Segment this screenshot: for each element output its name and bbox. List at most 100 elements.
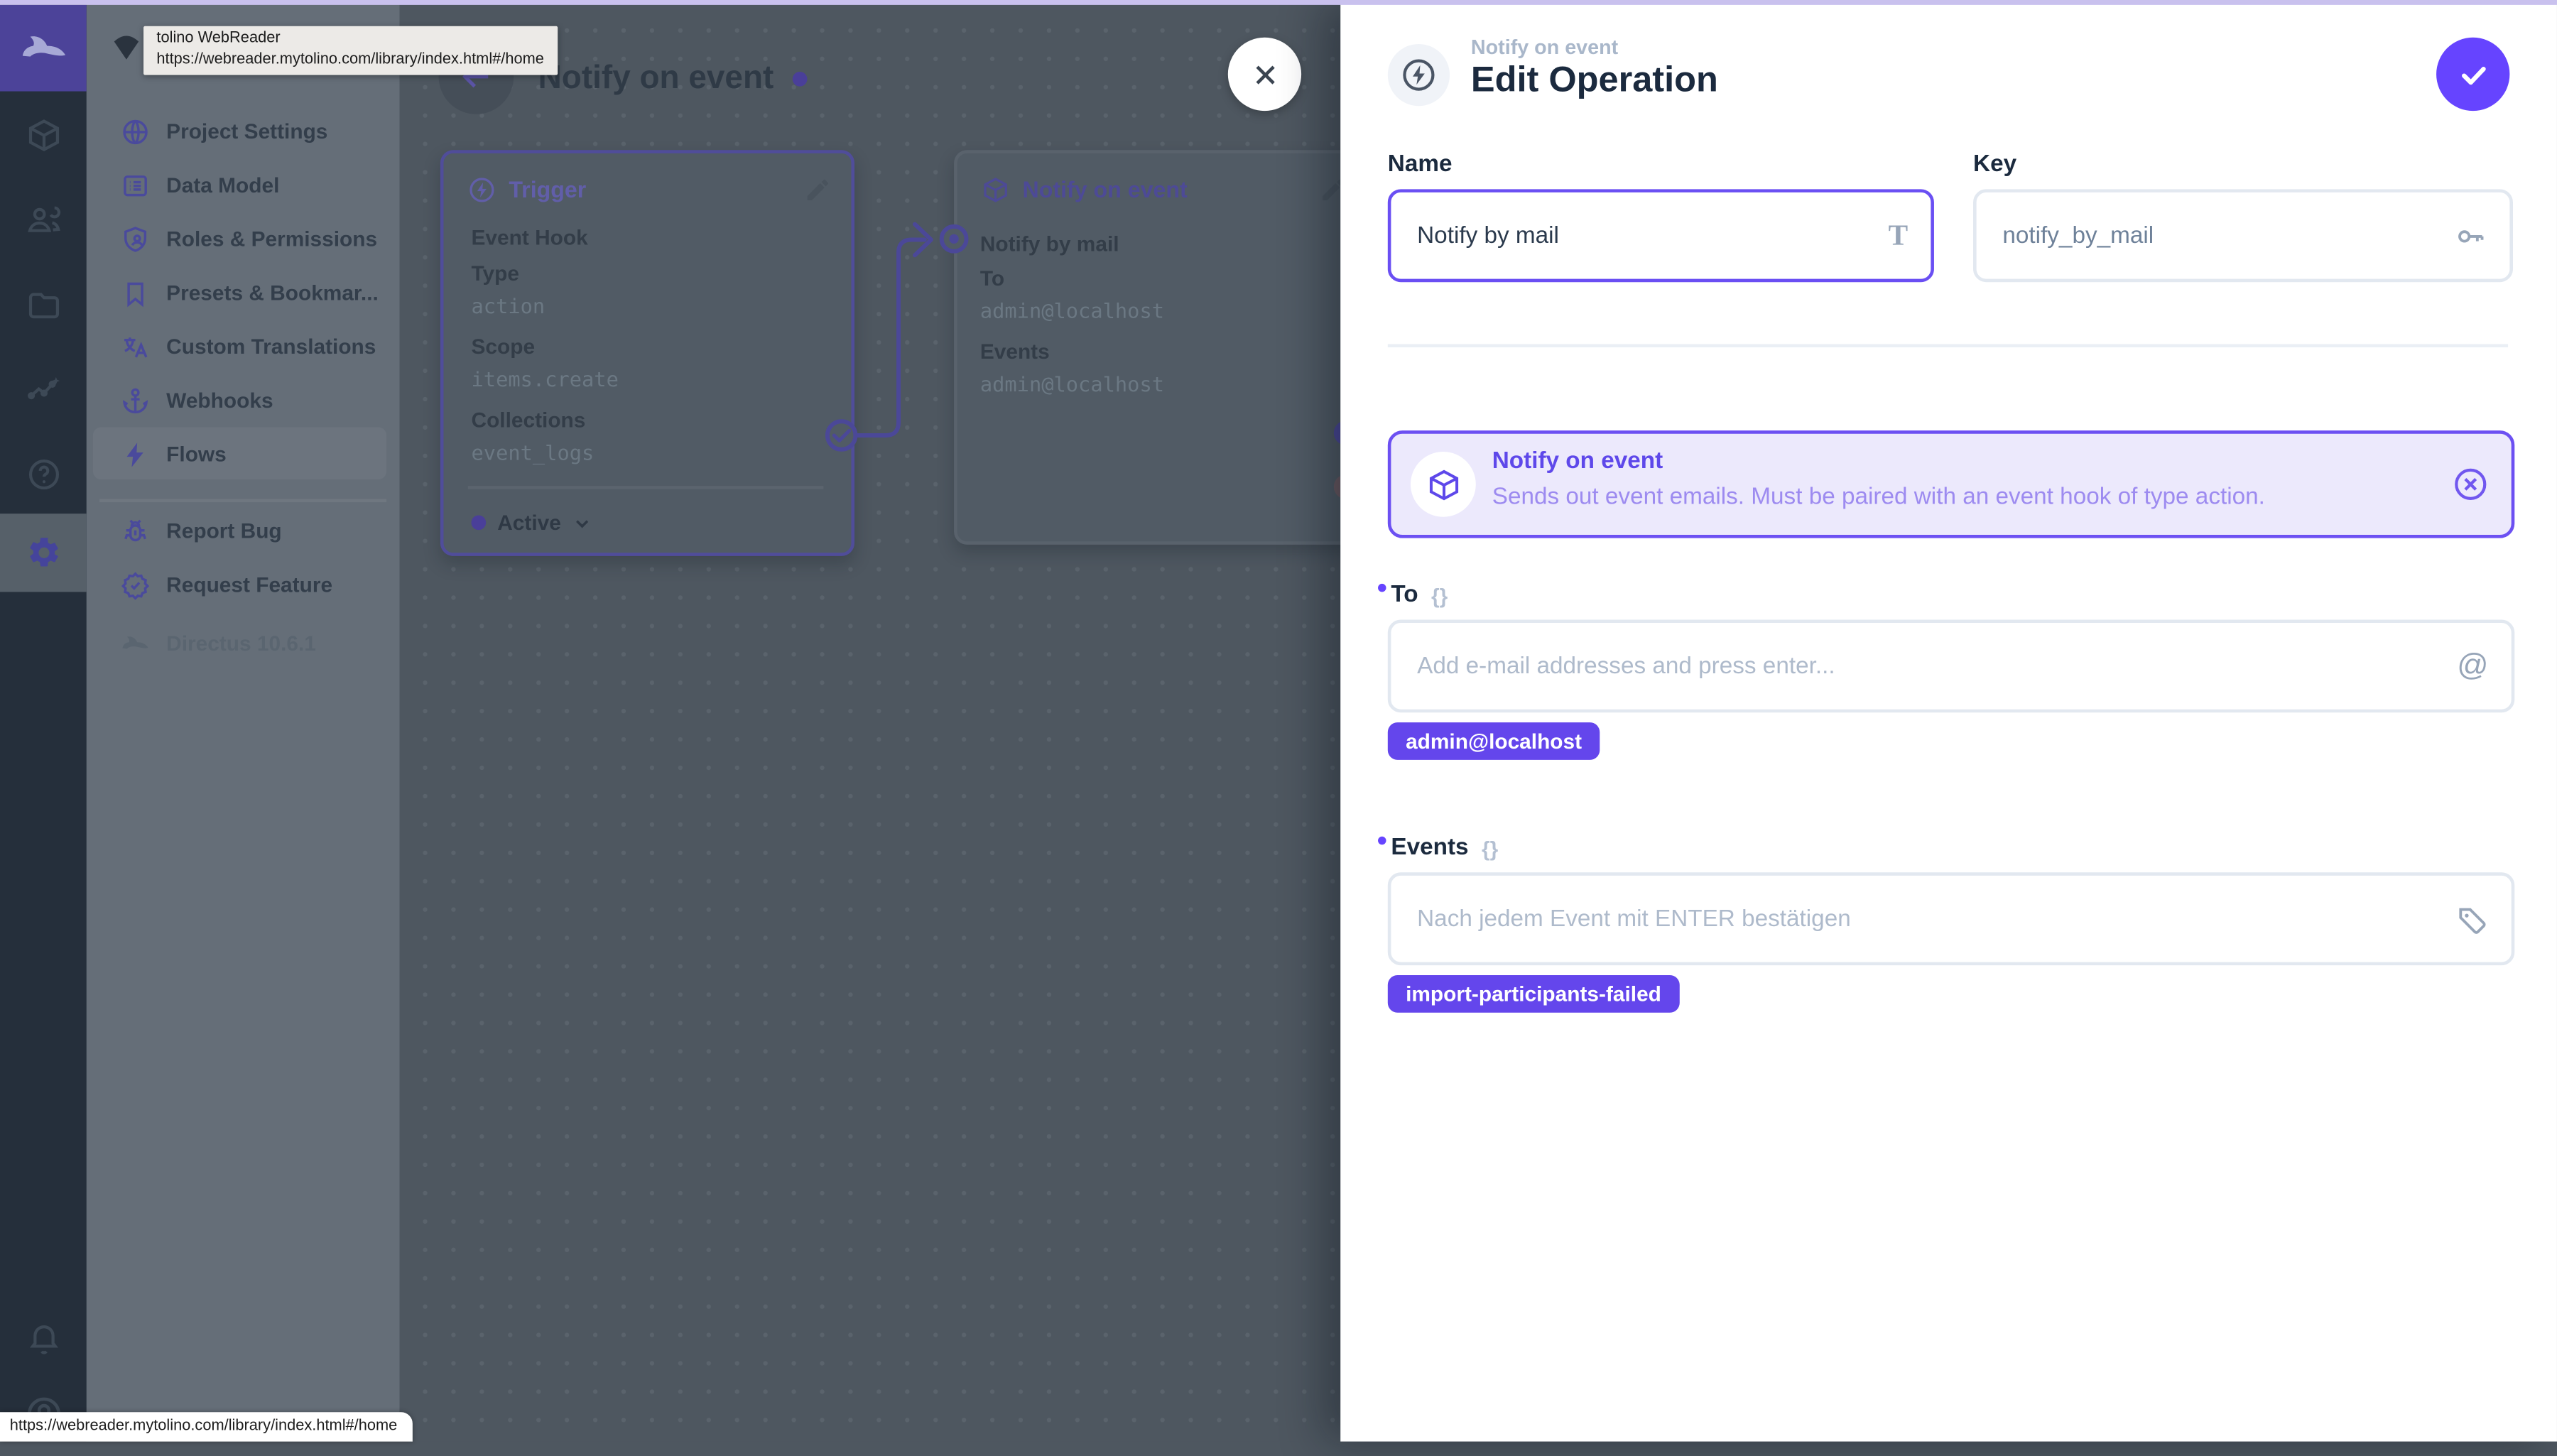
to-input[interactable]: Add e-mail addresses and press enter... … [1387,619,2515,713]
bolt-icon [126,442,143,467]
active-label: Active [497,510,561,536]
name-value: Notify by mail [1417,222,1559,249]
box-icon [28,119,58,151]
sidebar-item-request-feature[interactable]: Request Feature [87,558,400,612]
sidebar-item-roles-permissions[interactable]: Roles & Permissions [87,212,400,266]
sidebar-item-custom-translations[interactable]: Custom Translations [87,320,400,374]
insights-icon [26,376,59,399]
connector-arrow-icon [913,222,933,258]
sidebar-item-flows[interactable]: Flows [87,428,400,482]
key-icon [2454,219,2487,252]
module-help[interactable] [0,430,87,517]
drawer-title: Edit Operation [1470,58,1718,100]
sidebar-item-label: Custom Translations [166,334,376,359]
module-content[interactable] [0,92,87,178]
field-value: admin@localhost [979,371,1165,396]
flow-editor-workspace: Notify on event Trigger Event Hook Type … [399,0,1341,1441]
new-releases-icon [121,571,150,599]
browser-status-bar: https://webreader.mytolino.com/library/i… [0,1412,412,1441]
sidebar-item-label: Roles & Permissions [166,227,378,251]
sidebar-item-label: Presets & Bookmar... [166,280,379,305]
sidebar-item-label: Report Bug [166,518,282,543]
directus-logo[interactable] [0,4,87,92]
sidebar-version: Directus 10.6.1 [87,616,400,670]
name-input[interactable]: Notify by mail T [1387,189,1934,283]
notice-description: Sends out event emails. Must be paired w… [1492,484,2265,511]
anchor-icon [122,387,148,413]
drawer-overline: Notify on event [1470,36,1619,59]
directus-app: Project Settings Data Model Roles & Perm… [0,0,2557,1441]
folder-icon [28,292,58,318]
field-value: admin@localhost [979,298,1165,323]
flow-status-dot [792,72,808,87]
nav-divider [99,499,387,501]
globe-icon [123,119,148,144]
edit-operation-drawer: Notify on event Edit Operation Name Key … [1340,0,2557,1441]
field-label: Type [471,261,519,286]
sidebar-item-label: Webhooks [166,388,273,413]
gear-icon [29,538,58,567]
sidebar-item-presets-bookmarks[interactable]: Presets & Bookmar... [87,266,400,320]
sidebar-item-webhooks[interactable]: Webhooks [87,374,400,428]
edit-icon[interactable] [804,175,832,203]
edit-icon[interactable] [1319,175,1341,203]
notice-title: Notify on event [1492,448,1663,475]
sidebar-item-data-model[interactable]: Data Model [87,158,400,212]
translate-icon [124,337,148,357]
operation-panel[interactable]: Notify on event Notify by mail To admin@… [954,150,1341,545]
notifications-button[interactable] [0,1295,87,1381]
events-label: Events [1391,835,1469,862]
sidebar-item-label: Data Model [166,173,280,197]
tooltip-url: https://webreader.mytolino.com/library/i… [156,50,544,68]
bolt-circle-icon [469,177,494,202]
version-label: Directus 10.6.1 [166,631,316,656]
required-dot [1378,582,1386,592]
bug-icon [124,518,146,541]
deselect-operation-icon[interactable] [2453,467,2489,503]
trigger-panel[interactable]: Trigger Event Hook Type action Scope ite… [440,150,855,556]
trigger-name: Event Hook [471,224,588,250]
box-icon [1428,469,1457,500]
events-input[interactable]: Nach jedem Event mit ENTER bestätigen [1387,872,2515,966]
field-label: Scope [471,334,536,359]
email-at-icon: @ [2457,648,2489,683]
drawer-header-badge [1387,43,1450,107]
sidebar-item-report-bug[interactable]: Report Bug [87,504,400,558]
key-input[interactable]: notify_by_mail [1973,189,2513,283]
chevron-down-icon [576,519,589,528]
raw-value-icon[interactable]: {} [1431,583,1448,607]
module-files[interactable] [0,261,87,347]
events-label-row: Events {} [1378,835,1498,862]
bookmark-icon [127,281,143,307]
help-icon [28,458,58,489]
box-icon [984,177,1007,202]
operation-type-notice: Notify on event Sends out event emails. … [1387,430,2515,538]
tab-tooltip: tolino WebReader https://webreader.mytol… [143,26,558,75]
close-drawer-button[interactable] [1227,37,1302,112]
users-icon [27,205,60,232]
to-label: To [1391,582,1418,609]
notice-badge [1410,451,1476,517]
name-label: Name [1387,151,1453,178]
close-icon [1255,65,1274,84]
field-label: Collections [471,407,586,433]
required-dot [1378,835,1386,844]
raw-value-icon[interactable]: {} [1482,836,1498,860]
module-insights[interactable] [0,346,87,433]
sidebar-item-project-settings[interactable]: Project Settings [87,104,400,158]
shield-person-icon [124,226,147,251]
module-settings-active[interactable] [0,514,87,592]
module-users[interactable] [0,176,87,263]
section-divider [1387,344,2509,348]
key-label: Key [1973,151,2017,178]
to-chip[interactable]: admin@localhost [1387,722,1600,760]
field-label: To [979,266,1005,290]
flow-status-toggle[interactable]: Active [471,510,594,536]
save-button[interactable] [2436,37,2510,112]
tolino-favicon [114,36,139,60]
sidebar-item-label: Project Settings [166,119,328,144]
tag-icon [2456,903,2489,935]
events-chip[interactable]: import-participants-failed [1387,974,1680,1013]
operation-panel-title: Notify on event [1022,175,1188,202]
to-label-row: To {} [1378,582,1448,609]
